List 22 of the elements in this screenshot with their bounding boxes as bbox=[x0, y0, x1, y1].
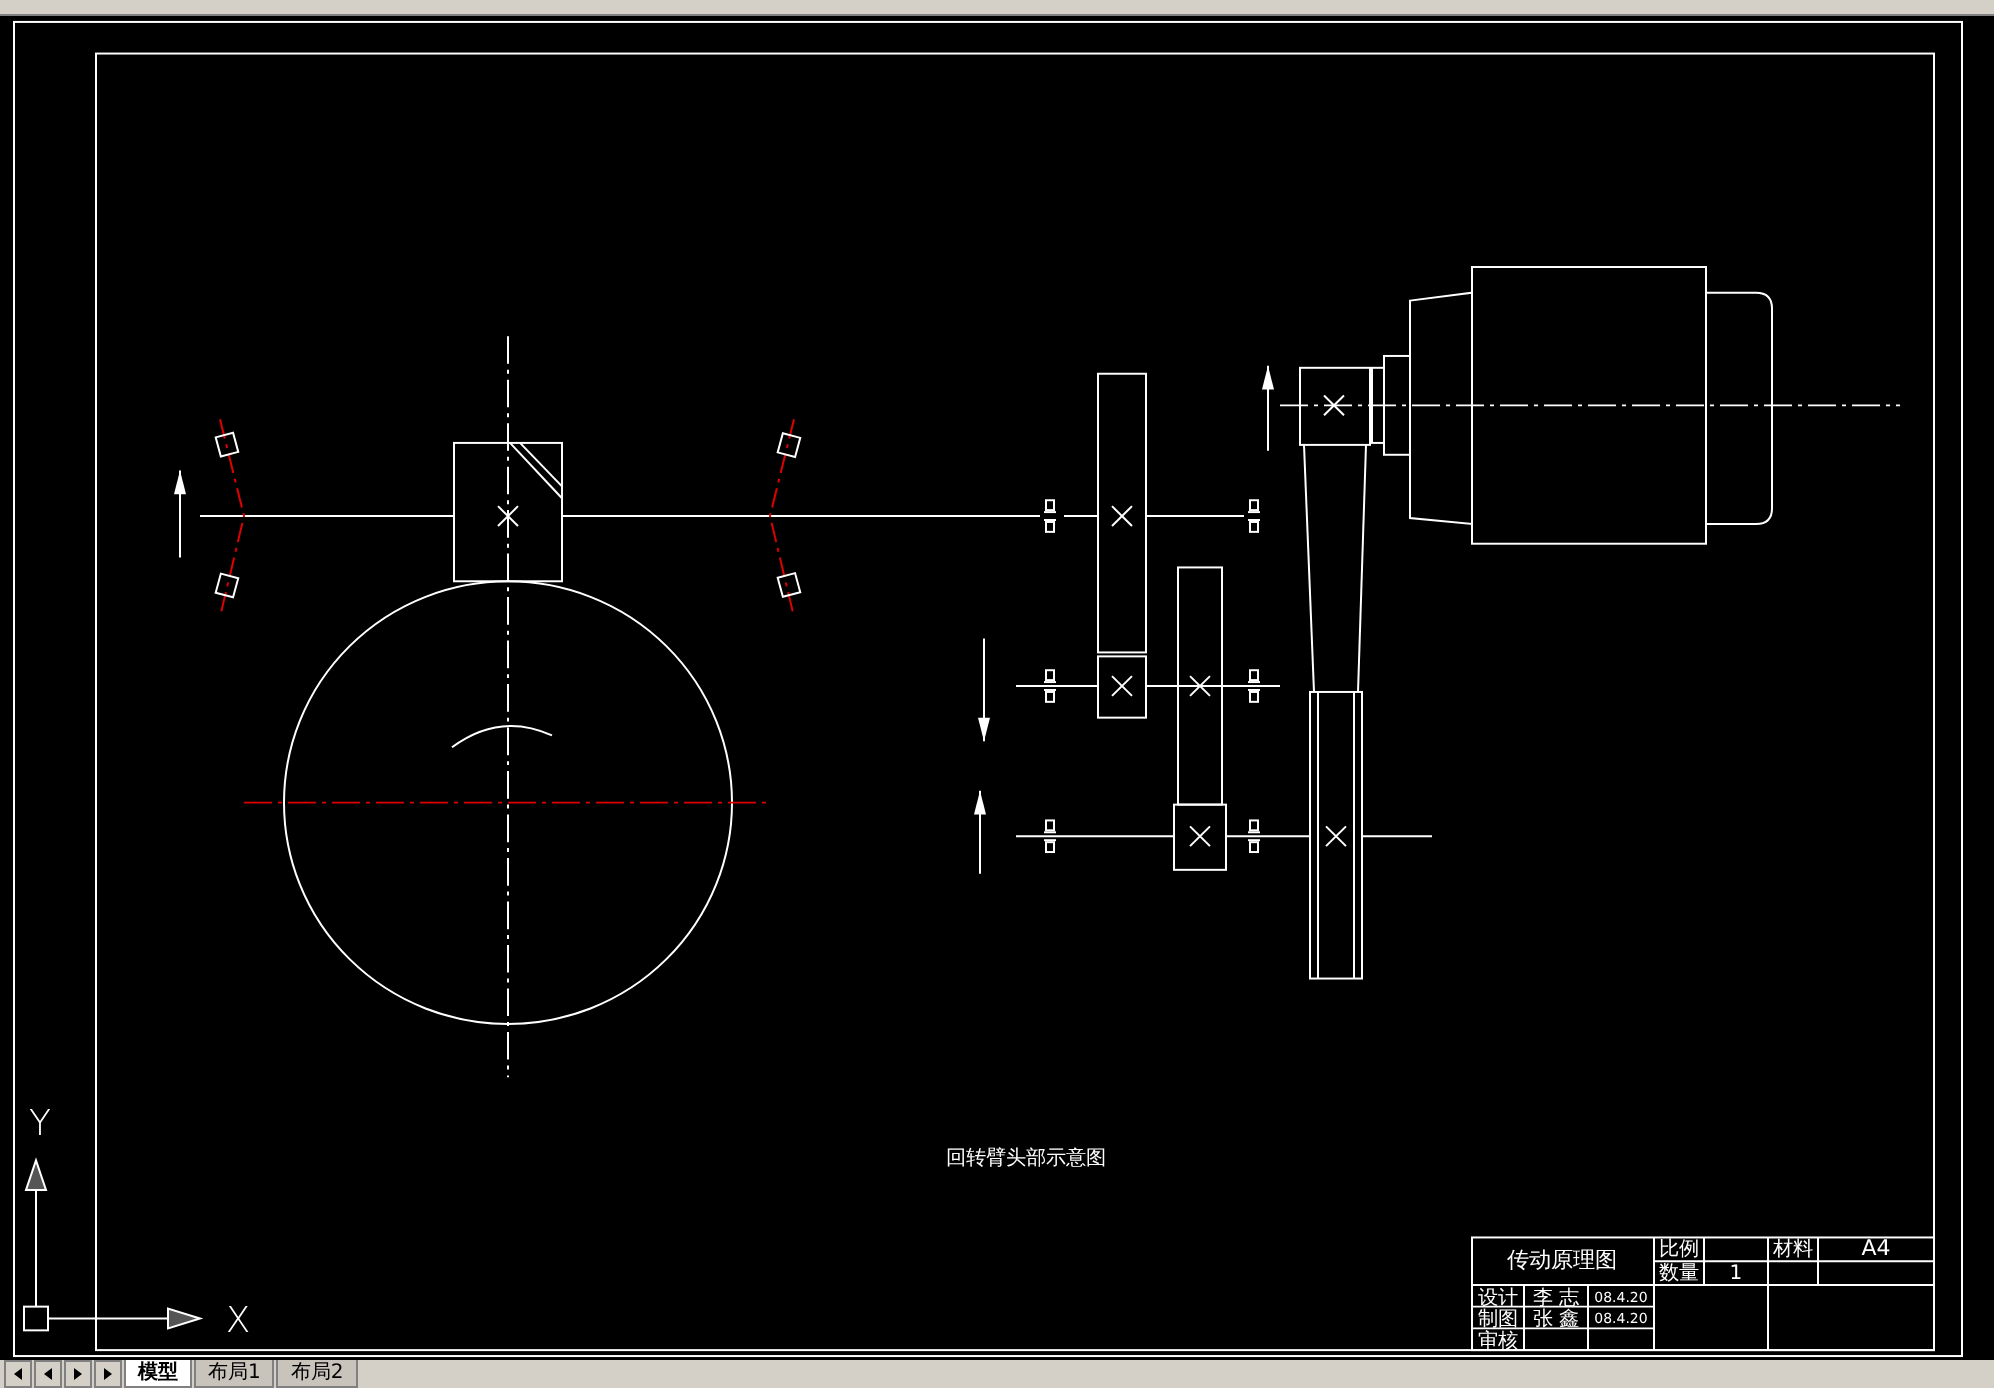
field-label: 制图 bbox=[1477, 1309, 1519, 1332]
field-label: 比例 bbox=[1658, 1239, 1700, 1262]
field-label: 设计 bbox=[1477, 1287, 1519, 1310]
layout-tab[interactable]: 模型 bbox=[124, 1360, 192, 1388]
drawing-title: 传动原理图 bbox=[1506, 1247, 1618, 1274]
drawing-caption: 回转臂头部示意图 bbox=[945, 1148, 1107, 1171]
y-axis-label: Y bbox=[29, 1102, 51, 1145]
field-value: 李 志 bbox=[1532, 1287, 1580, 1310]
field-value: A4 bbox=[1861, 1235, 1891, 1262]
x-axis-label: X bbox=[225, 1300, 251, 1343]
tab-scroll-button[interactable] bbox=[4, 1360, 32, 1388]
tab-scroll-button[interactable] bbox=[64, 1360, 92, 1388]
field-label: 审核 bbox=[1477, 1331, 1519, 1354]
layout-tab[interactable]: 布局1 bbox=[194, 1360, 275, 1388]
layout-tab[interactable]: 布局2 bbox=[276, 1360, 358, 1388]
tab-scroll-button[interactable] bbox=[34, 1360, 62, 1388]
field-value: 张 鑫 bbox=[1532, 1309, 1580, 1332]
field-label: 数量 bbox=[1658, 1263, 1700, 1285]
ucs-axes-icon bbox=[23, 1157, 204, 1332]
field-value: 1 bbox=[1729, 1263, 1743, 1285]
field-label: 材料 bbox=[1772, 1239, 1814, 1262]
tab-scroll-button[interactable] bbox=[94, 1360, 122, 1388]
